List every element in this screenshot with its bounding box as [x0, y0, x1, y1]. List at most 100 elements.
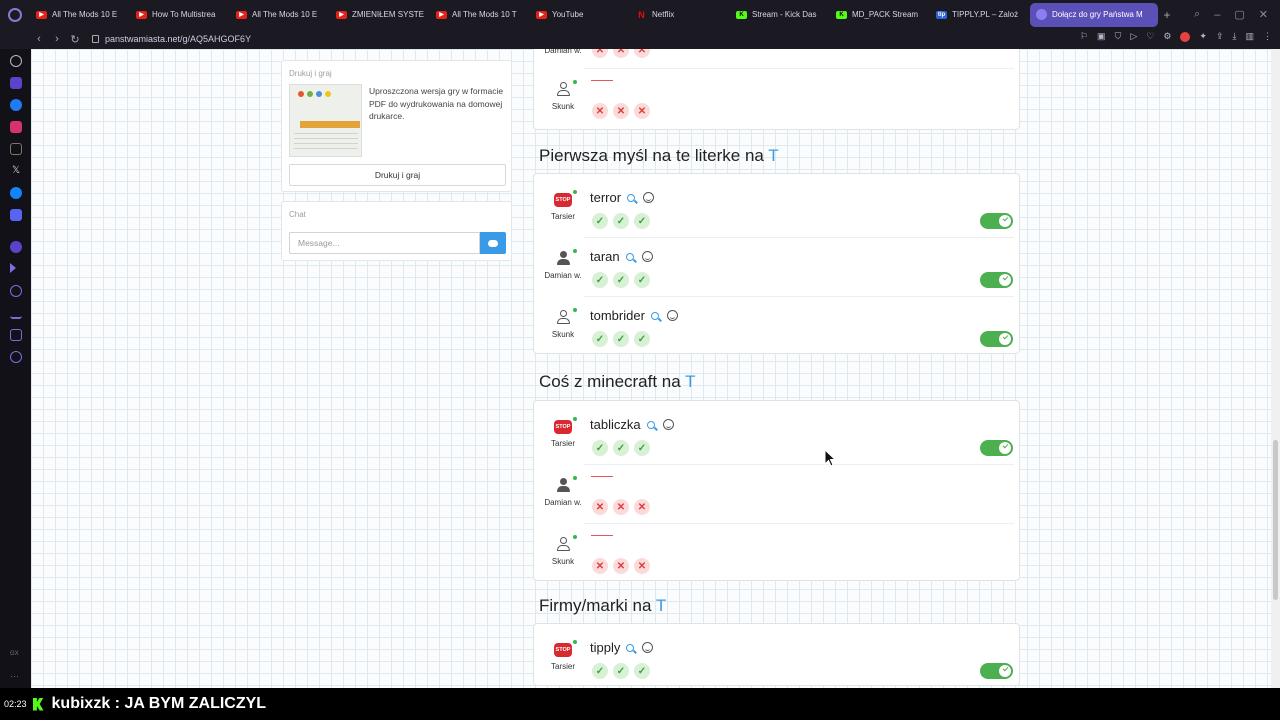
tab-label: Stream - Kick Das: [752, 10, 817, 19]
accept-toggle[interactable]: [980, 213, 1013, 229]
history-icon[interactable]: [10, 285, 22, 297]
discord-icon[interactable]: [10, 209, 22, 221]
browser-logo-icon[interactable]: [0, 0, 30, 29]
chat-message-input[interactable]: Message...: [289, 232, 480, 254]
messenger-icon[interactable]: [10, 99, 22, 111]
accept-toggle[interactable]: [980, 331, 1013, 347]
emoji-react-icon[interactable]: [641, 251, 653, 262]
forward-icon[interactable]: ›: [48, 33, 66, 45]
search-icon[interactable]: [650, 311, 659, 320]
category-answers: STOP Tarsier tabliczka ✓ ✓ ✓ Damian w. ✕ ✕ ✕ Skunk…: [533, 400, 1020, 581]
tab-label: All The Mods 10 E: [52, 10, 118, 19]
tab-label: All The Mods 10 E: [252, 10, 318, 19]
puzzle-icon[interactable]: ✦: [1199, 31, 1207, 42]
search-icon[interactable]: [626, 643, 635, 652]
screenshot-icon[interactable]: ▣: [1097, 31, 1106, 42]
settings-sidebar-icon[interactable]: [10, 351, 22, 363]
search-icon[interactable]: [625, 252, 634, 261]
browser-tab[interactable]: K Stream - Kick Das: [730, 3, 828, 27]
answer-row: Damian w. ✕ ✕ ✕: [534, 49, 1019, 68]
vote-indicators: ✓ ✓ ✓: [592, 331, 650, 347]
tiktok-icon[interactable]: [10, 143, 22, 155]
overlay-chat-message: kubixzk : JA BYM ZALICZYL: [51, 695, 267, 712]
url-field[interactable]: panstwamiasta.net/g/AQ5AHGOF6Y: [92, 34, 251, 44]
reload-icon[interactable]: ↻: [66, 33, 84, 46]
print-button[interactable]: Drukuj i graj: [289, 164, 506, 186]
emoji-react-icon[interactable]: [666, 310, 678, 321]
answer-text: taran: [590, 249, 620, 264]
emoji-react-icon[interactable]: [662, 419, 674, 430]
stop-badge-avatar: STOP: [552, 642, 574, 658]
youtube-icon: ▶: [336, 10, 347, 19]
player-name: Skunk: [551, 330, 575, 339]
emoji-react-icon[interactable]: [643, 192, 655, 203]
vote-indicators: ✕ ✕ ✕: [592, 103, 650, 119]
x-icon[interactable]: 𝕏: [10, 165, 22, 177]
page-scrollbar-thumb[interactable]: [1273, 440, 1278, 600]
shield-icon[interactable]: ⛉: [1115, 31, 1122, 42]
split-view-icon[interactable]: ▥: [1245, 31, 1254, 42]
bookmark-icon[interactable]: ⚐: [1080, 31, 1088, 42]
accept-toggle[interactable]: [980, 272, 1013, 288]
search-icon[interactable]: [627, 193, 636, 202]
browser-tab[interactable]: ▶ All The Mods 10 E: [30, 3, 128, 27]
spotify-icon[interactable]: [10, 241, 22, 253]
extensions-sidebar-icon[interactable]: [10, 329, 22, 341]
instagram-icon[interactable]: [10, 121, 22, 133]
extension-badge-icon[interactable]: [1180, 31, 1191, 42]
browser-tab[interactable]: ▶ ZMIENIŁEM SYSTE: [330, 3, 428, 27]
search-tabs-icon[interactable]: ⌕: [1194, 8, 1200, 21]
minimize-icon[interactable]: –: [1214, 9, 1220, 21]
category-answers: STOP Tarsier tipply ✓ ✓ ✓: [533, 623, 1020, 686]
vote-cross-icon: ✕: [634, 49, 650, 58]
answer-text: terror: [590, 190, 622, 205]
browser-tab[interactable]: N Netflix: [630, 3, 728, 27]
app-icon[interactable]: [10, 77, 22, 89]
play-sidebar-icon[interactable]: [10, 263, 16, 273]
stop-badge-avatar: STOP: [552, 192, 574, 208]
emoji-react-icon[interactable]: [642, 642, 654, 653]
chatgpt-icon[interactable]: [10, 55, 22, 67]
search-icon[interactable]: [646, 420, 655, 429]
more-icon[interactable]: ···: [10, 671, 22, 683]
browser-tab[interactable]: tip TIPPLY.PL – Zaloż: [930, 3, 1028, 27]
browser-tab[interactable]: ▶ All The Mods 10 T: [430, 3, 528, 27]
send-message-button[interactable]: [480, 232, 506, 254]
lock-icon: [92, 35, 99, 43]
share-icon[interactable]: ⇪: [1216, 31, 1224, 42]
download-icon[interactable]: ⤓: [1233, 31, 1237, 42]
accept-toggle[interactable]: [980, 663, 1013, 679]
close-window-icon[interactable]: ✕: [1259, 8, 1268, 21]
answer-row: Damian w. taran ✓ ✓ ✓: [534, 237, 1019, 296]
browser-tab[interactable]: ▶ YouTube: [530, 3, 628, 27]
accept-toggle[interactable]: [980, 440, 1013, 456]
vote-cross-icon: ✕: [592, 499, 608, 515]
new-tab-button[interactable]: +: [1158, 8, 1176, 22]
player-name: Tarsier: [550, 212, 575, 221]
browser-tab[interactable]: ▶ How To Multistrea: [130, 3, 228, 27]
user-avatar-icon: [556, 251, 570, 267]
print-card-title: Drukuj i graj: [289, 69, 332, 78]
menu-icon[interactable]: ⋮: [1263, 31, 1272, 42]
extensions-row: ⚐ ▣ ⛉ ▷ ♡ ⚙ ✦ ⇪ ⤓ ▥ ⋮: [1080, 31, 1272, 42]
browser-tab[interactable]: ▶ All The Mods 10 E: [230, 3, 328, 27]
answer-row: Skunk ✕ ✕ ✕: [534, 68, 1019, 128]
vote-cross-icon: ✕: [634, 103, 650, 119]
gx-icon[interactable]: GX: [10, 651, 22, 663]
browser-tab[interactable]: Dołącz do gry Państwa M: [1030, 2, 1158, 27]
bluesky-icon[interactable]: [10, 187, 22, 199]
kick-icon: K: [736, 10, 747, 19]
downloads-icon[interactable]: [10, 307, 22, 319]
play-icon[interactable]: ▷: [1130, 31, 1137, 42]
vote-check-icon: ✓: [613, 663, 629, 679]
category-title-text: Firmy/marki na: [539, 596, 652, 615]
mouse-cursor-icon: [824, 449, 836, 467]
category-title-text: Coś z minecraft na: [539, 372, 681, 391]
heart-icon[interactable]: ♡: [1146, 31, 1154, 42]
category-letter: T: [685, 372, 696, 391]
settings-icon[interactable]: ⚙: [1163, 31, 1171, 42]
youtube-icon: ▶: [536, 10, 547, 19]
maximize-icon[interactable]: ▢: [1234, 8, 1244, 21]
back-icon[interactable]: ‹: [30, 33, 48, 45]
browser-tab[interactable]: K MD_PACK Stream: [830, 3, 928, 27]
